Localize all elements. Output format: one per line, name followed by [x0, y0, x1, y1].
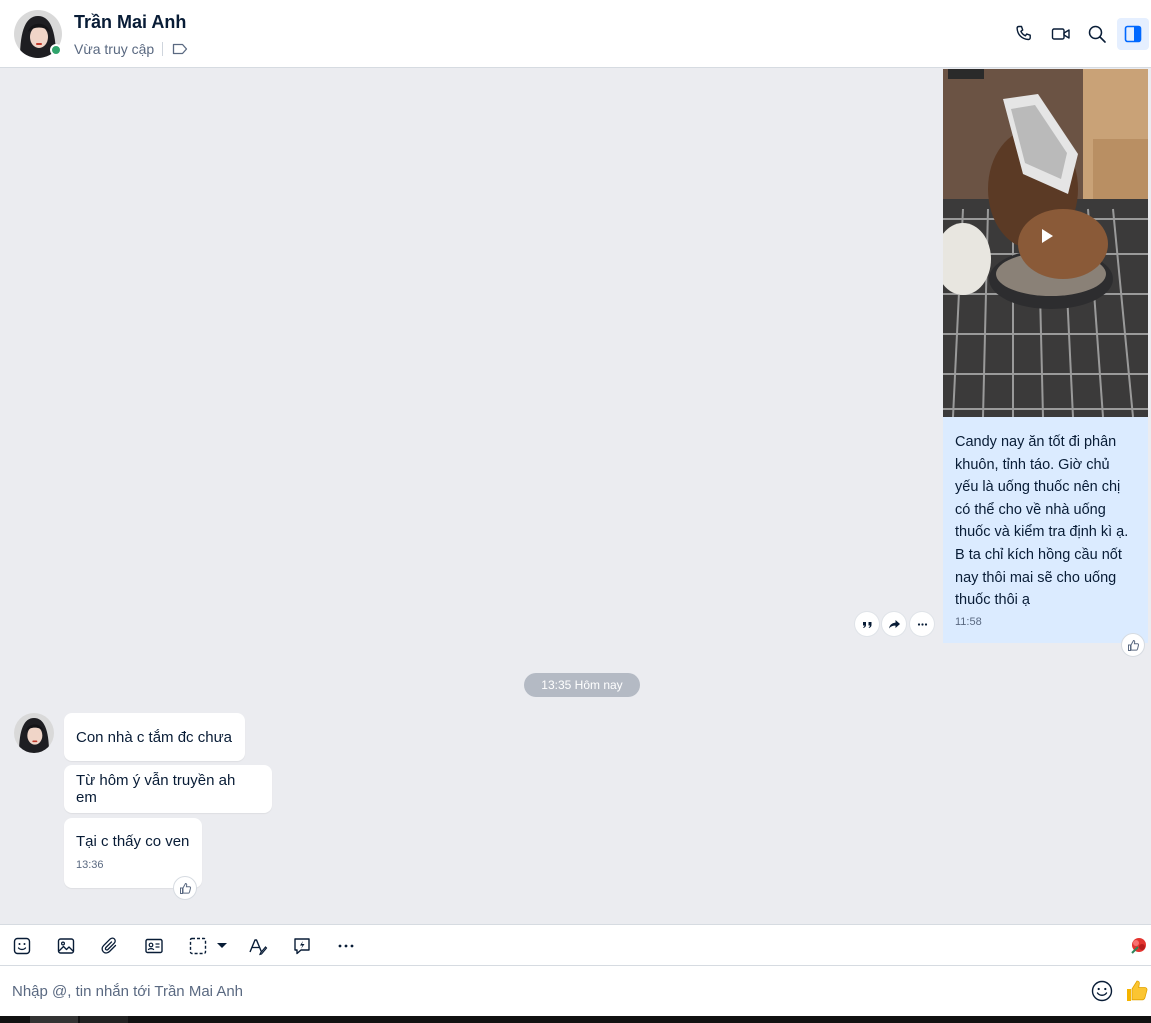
sender-avatar[interactable] [14, 713, 54, 753]
more-options-button[interactable] [334, 934, 358, 958]
date-divider: 13:35 Hôm nay [524, 673, 640, 697]
side-panel-icon [1124, 25, 1142, 43]
quick-message-button[interactable] [290, 934, 314, 958]
contact-card-icon [145, 938, 163, 954]
incoming-message-text: Con nhà c tắm đc chưa [76, 728, 232, 746]
video-call-button[interactable] [1045, 18, 1077, 50]
format-text-icon [249, 939, 268, 956]
search-button[interactable] [1081, 18, 1113, 50]
composer [0, 966, 1151, 1016]
incoming-message-time: 13:36 [76, 859, 104, 871]
react-button-incoming[interactable] [173, 876, 197, 900]
video-message[interactable] [943, 69, 1148, 417]
incoming-message[interactable]: Con nhà c tắm đc chưa [64, 713, 245, 761]
video-camera-icon [1051, 28, 1070, 40]
screenshot-options-dropdown[interactable] [212, 934, 232, 958]
thumbs-up-icon [1127, 639, 1139, 651]
phone-icon [1016, 25, 1031, 41]
outgoing-message-time: 11:58 [955, 616, 982, 628]
quote-button[interactable] [855, 612, 879, 636]
outgoing-message[interactable]: Candy nay ăn tốt đi phân khuôn, tỉnh táo… [943, 417, 1148, 643]
tag-icon[interactable] [172, 42, 188, 56]
format-text-button[interactable] [246, 934, 270, 958]
image-icon [57, 938, 75, 954]
incoming-message-text: Từ hôm ý vẫn truyền ah em [76, 772, 236, 806]
forward-button[interactable] [882, 612, 906, 636]
image-button[interactable] [54, 934, 78, 958]
sticker-icon [13, 937, 31, 955]
status-divider [162, 42, 163, 56]
send-contact-card-button[interactable] [142, 934, 166, 958]
conversation-info-toggle[interactable] [1117, 18, 1149, 50]
more-horizontal-icon [917, 622, 927, 626]
message-input[interactable] [0, 966, 1080, 1016]
screenshot-button[interactable] [186, 934, 210, 958]
attach-file-button[interactable] [98, 934, 122, 958]
chat-messages[interactable]: Candy nay ăn tốt đi phân khuôn, tỉnh táo… [0, 69, 1151, 924]
sticker-button[interactable] [10, 934, 34, 958]
online-status-dot [50, 44, 62, 56]
quote-icon [862, 621, 871, 628]
voice-call-button[interactable] [1008, 18, 1040, 50]
quick-message-icon [294, 938, 310, 955]
caret-down-icon [217, 943, 227, 948]
play-icon[interactable] [1037, 226, 1057, 246]
forward-icon [888, 619, 900, 629]
attach-icon [101, 937, 117, 954]
composer-toolbar [0, 924, 1151, 966]
outgoing-message-text: Candy nay ăn tốt đi phân khuôn, tỉnh táo… [955, 434, 1129, 609]
contact-status: Vừa truy cập [74, 41, 155, 57]
thumbs-up-icon [179, 882, 191, 894]
react-button-outgoing[interactable] [1121, 633, 1145, 657]
incoming-message[interactable]: Từ hôm ý vẫn truyền ah em [64, 765, 272, 813]
incoming-message-text: Tại c thấy co ven [76, 833, 190, 850]
taskbar-strip [0, 1016, 1151, 1023]
more-actions-button[interactable] [910, 612, 934, 636]
chat-header: Trần Mai Anh Vừa truy cập [0, 0, 1151, 68]
more-icon [338, 944, 354, 948]
emoji-icon[interactable] [1090, 979, 1114, 1003]
screenshot-icon [189, 937, 207, 955]
quick-like-icon[interactable] [1124, 978, 1150, 1004]
contact-name[interactable]: Trần Mai Anh [74, 12, 186, 33]
search-icon [1088, 25, 1106, 43]
flower-sticker-icon[interactable] [1128, 935, 1150, 957]
